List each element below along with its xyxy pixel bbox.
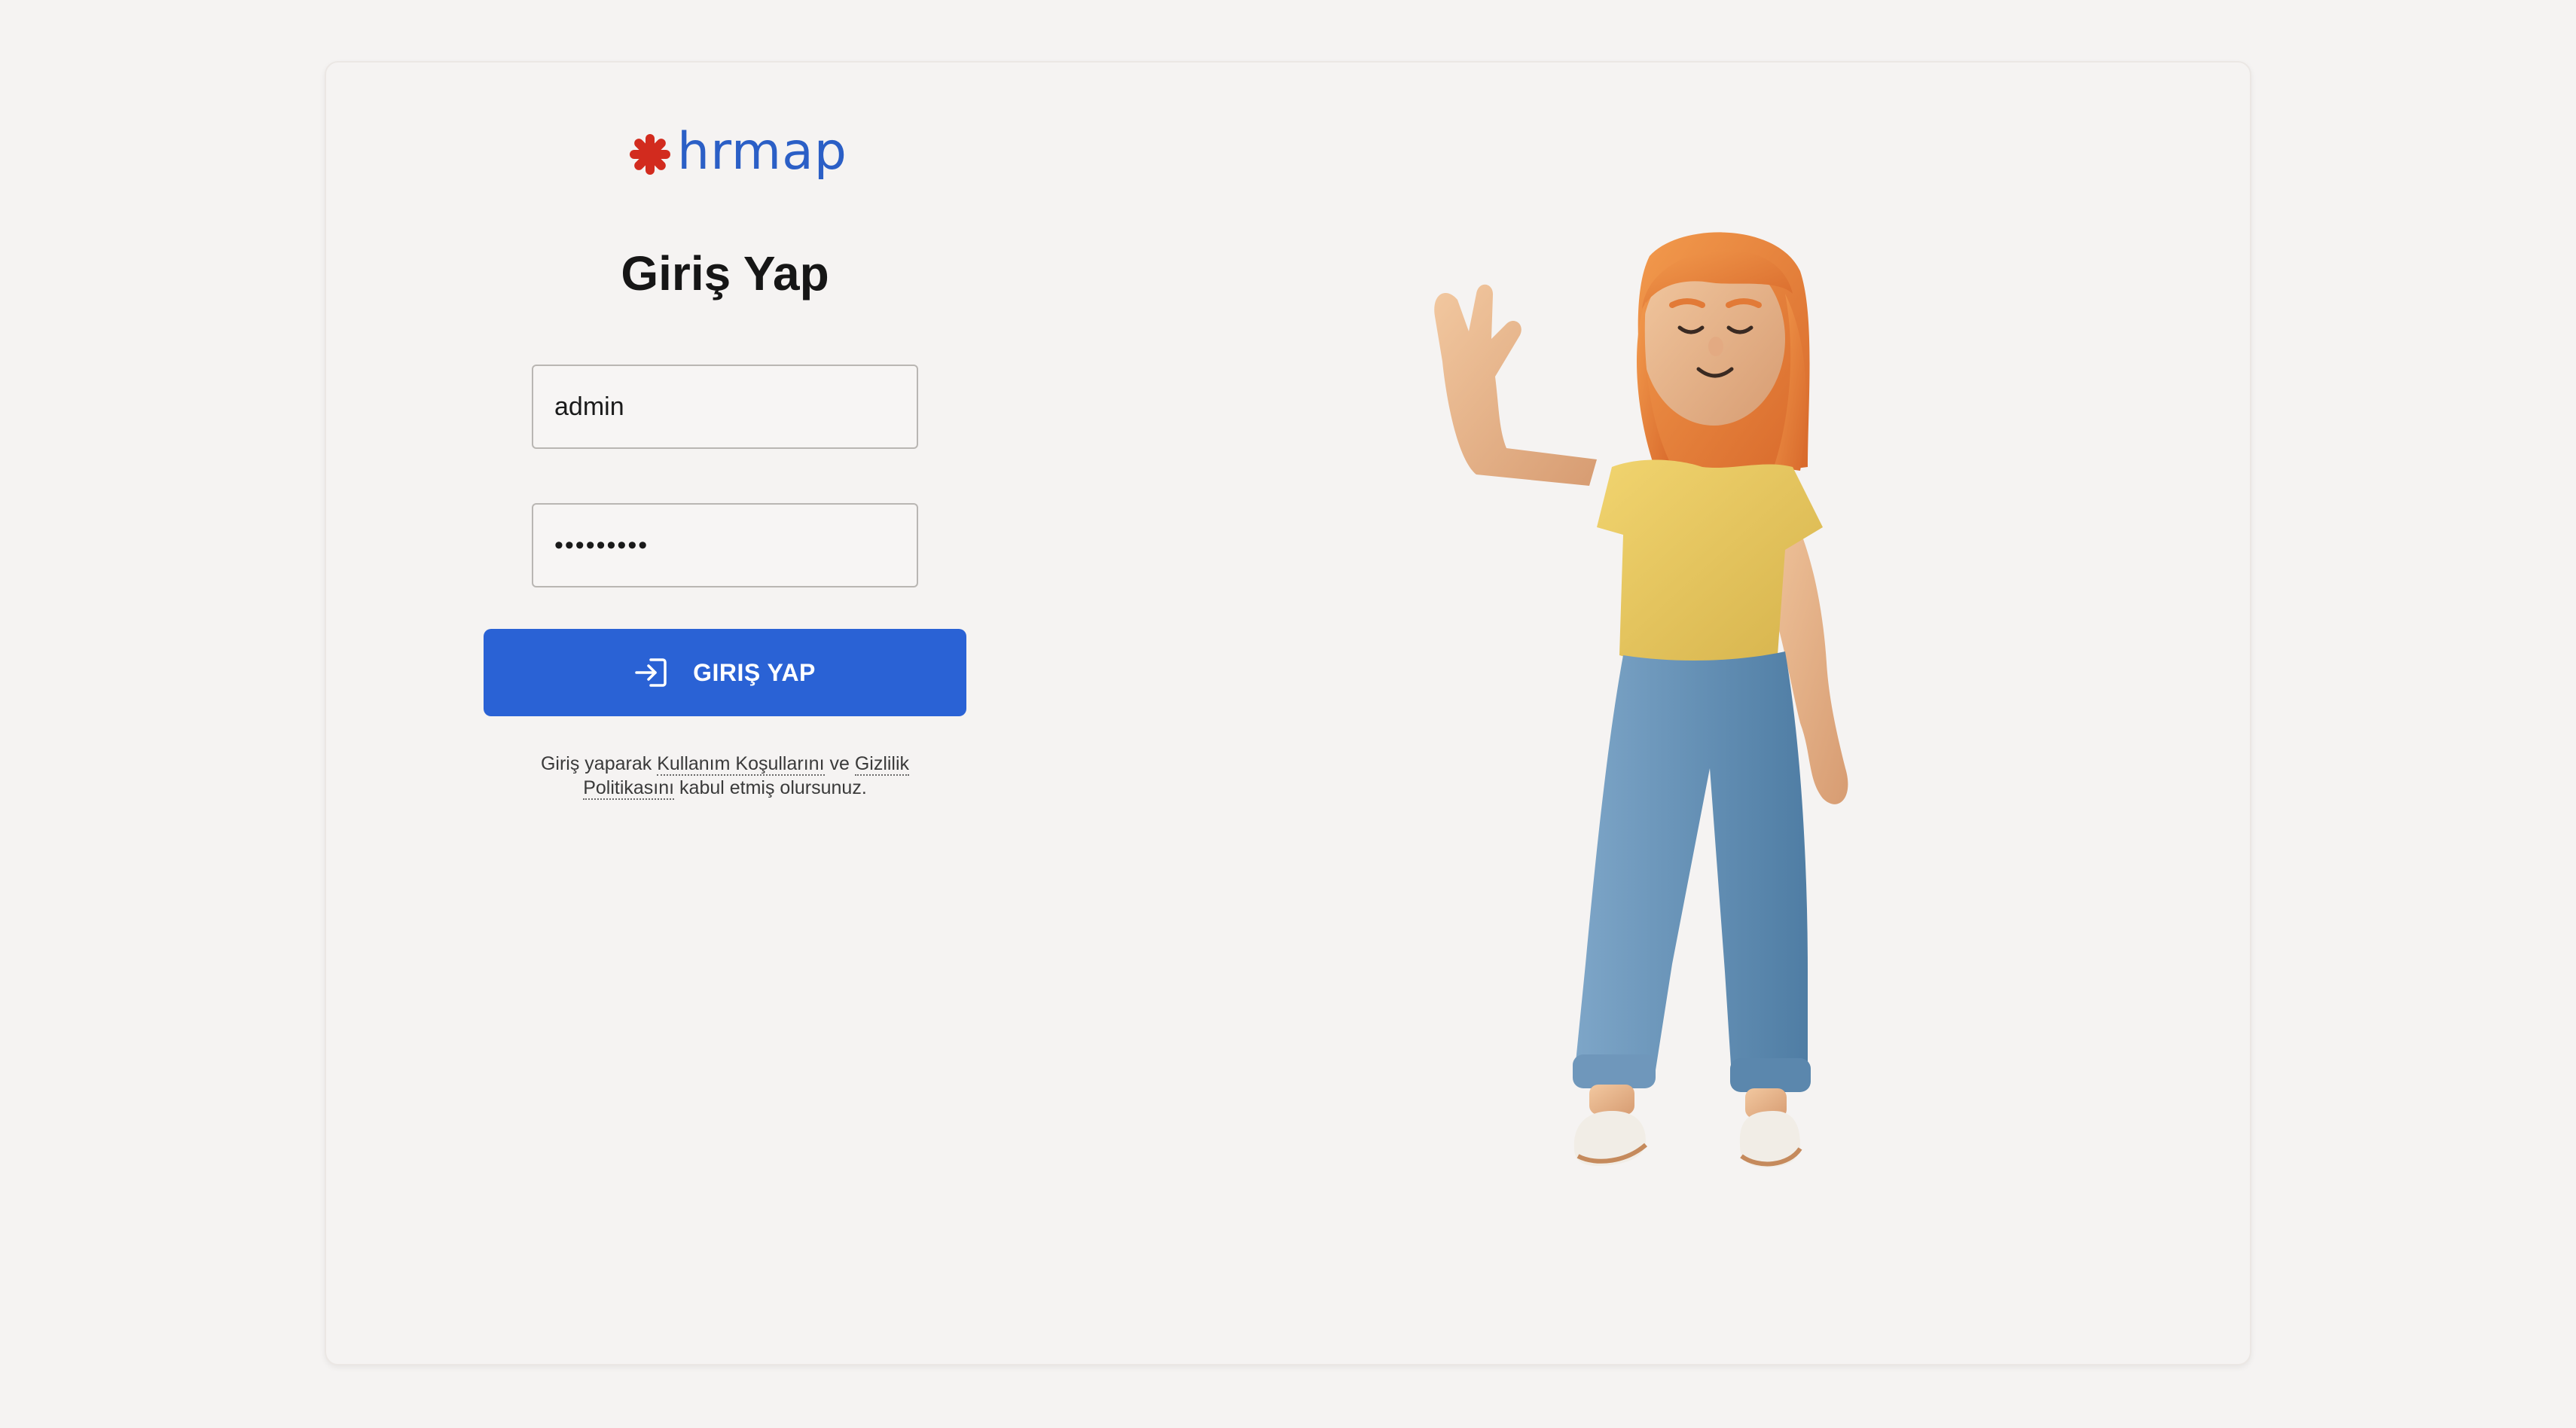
- terms-prefix: Giriş yaparak: [540, 753, 658, 774]
- brand-logo: hrmap: [627, 121, 847, 188]
- login-page: hrmap Giriş Yap GIRIŞ YAP Giriş yaparak …: [0, 0, 2576, 1428]
- terms-of-use-link[interactable]: Kullanım Koşullarını: [657, 753, 825, 776]
- terms-notice: Giriş yaparak Kullanım Koşullarını ve Gi…: [512, 752, 938, 800]
- waving-woman-illustration: [1434, 232, 1848, 1167]
- login-arrow-icon: [635, 658, 667, 687]
- terms-suffix: kabul etmiş olursunuz.: [674, 777, 867, 798]
- login-button[interactable]: GIRIŞ YAP: [484, 629, 966, 716]
- password-input[interactable]: [532, 503, 918, 587]
- terms-middle: ve: [824, 753, 855, 774]
- page-title: Giriş Yap: [621, 246, 829, 301]
- login-button-label: GIRIŞ YAP: [693, 658, 816, 686]
- asterisk-logo-icon: [630, 134, 670, 175]
- brand-name: hrmap: [677, 122, 847, 182]
- username-input[interactable]: [532, 365, 918, 449]
